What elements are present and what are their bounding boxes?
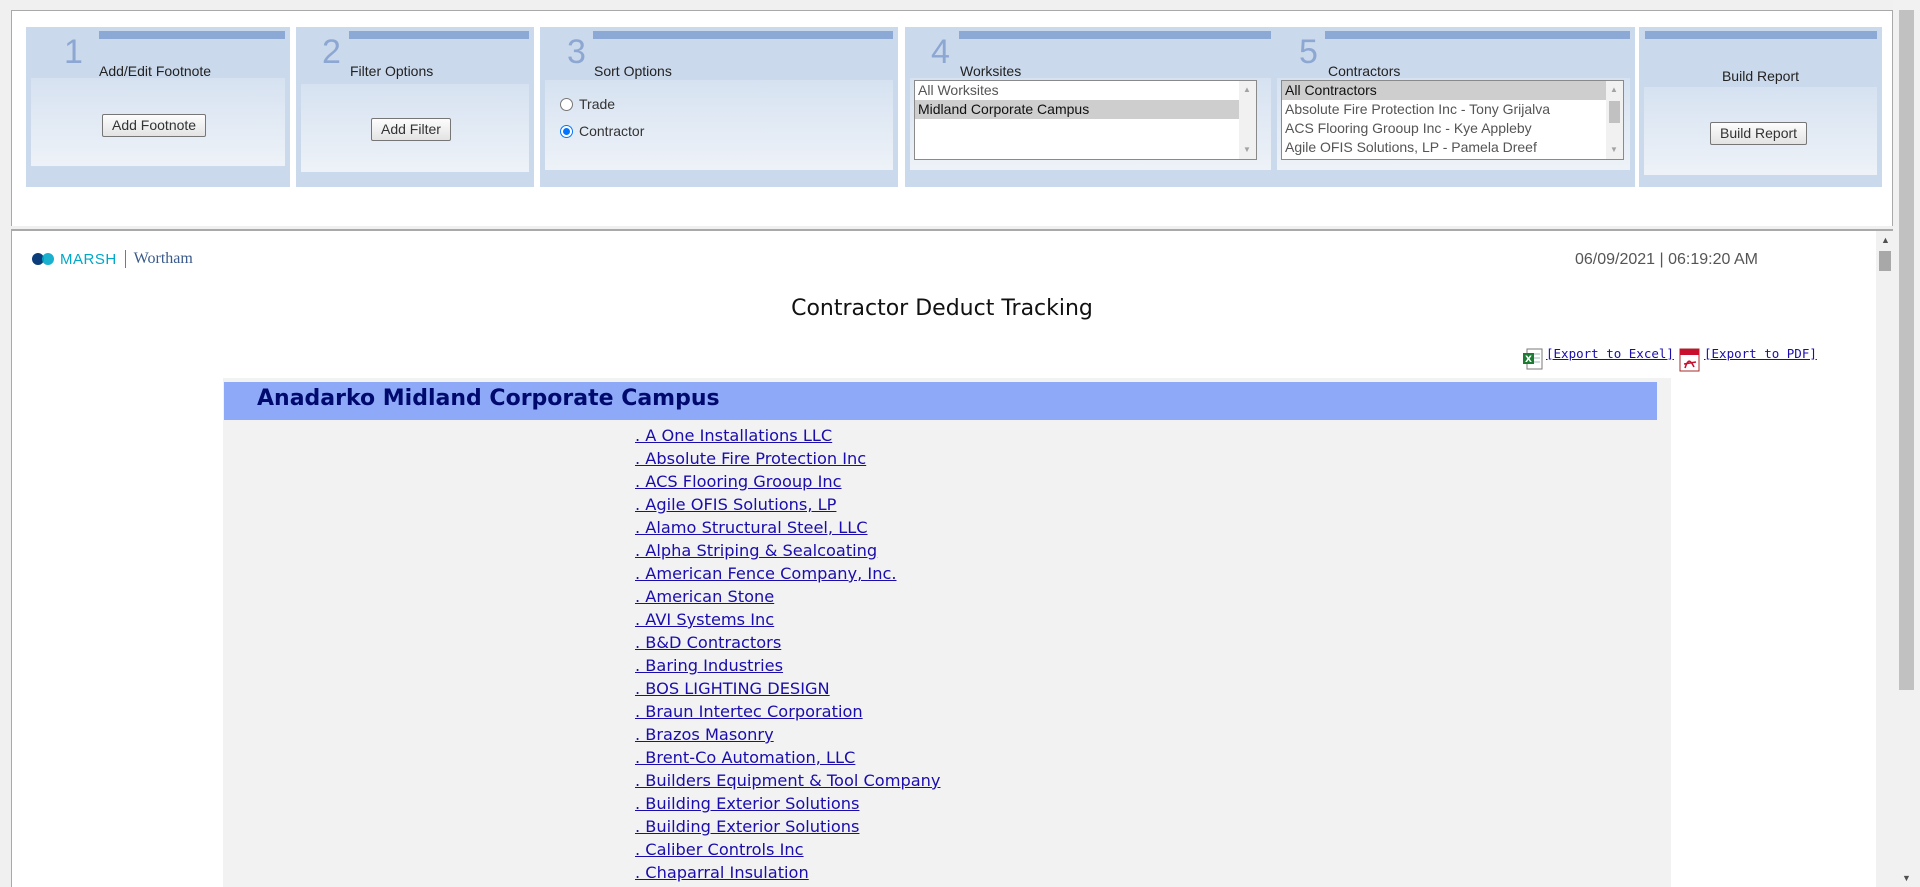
scroll-thumb[interactable] <box>1609 101 1620 123</box>
panel-filter-options: 2 Filter Options Add Filter <box>296 27 534 187</box>
listbox-scrollbar[interactable]: ▲ ▼ <box>1606 81 1623 159</box>
contractor-link[interactable]: . ACS Flooring Grooup Inc <box>635 471 941 494</box>
export-excel-link[interactable]: [Export to Excel] <box>1546 346 1674 361</box>
contractor-link[interactable]: . BOS LIGHTING DESIGN <box>635 678 941 701</box>
panel-body: All Worksites Midland Corporate Campus ▲… <box>910 78 1271 170</box>
scroll-down-arrow-icon[interactable]: ▼ <box>1902 873 1911 883</box>
panel-body: Add Filter <box>301 84 529 172</box>
marsh-logo-icon <box>32 252 56 266</box>
contractor-link[interactable]: . A One Installations LLC <box>635 425 941 448</box>
sort-contractor-radio[interactable]: Contractor <box>560 123 644 139</box>
worksite-option[interactable]: All Worksites <box>915 81 1239 100</box>
panel-body: Add Footnote <box>31 78 285 166</box>
pdf-icon[interactable] <box>1678 347 1702 373</box>
scroll-down-arrow-icon[interactable]: ▼ <box>1610 146 1618 154</box>
contractor-link[interactable]: . Alamo Structural Steel, LLC <box>635 517 941 540</box>
logo-divider <box>124 250 126 268</box>
scroll-down-arrow-icon[interactable]: ▼ <box>1243 146 1251 154</box>
export-pdf[interactable]: [Export to PDF] <box>1678 346 1817 373</box>
contractor-link[interactable]: . Baring Industries <box>635 655 941 678</box>
panel-body: All Contractors Absolute Fire Protection… <box>1277 78 1630 170</box>
step-number: 2 <box>322 33 341 71</box>
panel-accent-bar <box>349 31 529 39</box>
contractor-link[interactable]: . American Stone <box>635 586 941 609</box>
radio-label: Contractor <box>579 123 645 139</box>
panel-contractors: 5 Contractors All Contractors Absolute F… <box>1272 27 1635 187</box>
step-number: 4 <box>931 33 950 71</box>
scroll-thumb[interactable] <box>1879 251 1891 271</box>
panel-accent-bar <box>99 31 285 39</box>
step-number: 5 <box>1299 33 1318 71</box>
panel-title: Add/Edit Footnote <box>99 63 212 79</box>
worksites-listbox[interactable]: All Worksites Midland Corporate Campus ▲… <box>914 80 1257 160</box>
contractor-list: . A One Installations LLC . Absolute Fir… <box>635 425 941 885</box>
contractor-link[interactable]: . Brazos Masonry <box>635 724 941 747</box>
panel-add-edit-footnote: 1 Add/Edit Footnote Add Footnote <box>26 27 290 187</box>
excel-icon[interactable]: X <box>1522 347 1544 371</box>
report-frame: MARSH Wortham 06/09/2021 | 06:19:20 AM C… <box>11 229 1893 887</box>
add-footnote-button[interactable]: Add Footnote <box>102 114 207 137</box>
contractor-link[interactable]: . American Fence Company, Inc. <box>635 563 941 586</box>
panel-build-report: Build Report Build Report <box>1639 27 1882 187</box>
contractor-option[interactable]: Agile OFIS Solutions, LP - Pamela Dreef <box>1282 138 1606 157</box>
panel-accent-bar <box>593 31 893 39</box>
step-number: 1 <box>64 33 83 71</box>
contractor-link[interactable]: . Building Exterior Solutions <box>635 793 941 816</box>
contractor-link[interactable]: . Caliber Controls Inc <box>635 839 941 862</box>
contractor-link[interactable]: . Braun Intertec Corporation <box>635 701 941 724</box>
report-scrollbar[interactable]: ▲ <box>1876 231 1893 887</box>
contractor-link[interactable]: . Chaparral Insulation <box>635 862 941 885</box>
add-filter-button[interactable]: Add Filter <box>371 118 451 141</box>
panel-accent-bar <box>959 31 1271 39</box>
contractor-link[interactable]: . Building Exterior Solutions <box>635 816 941 839</box>
contractor-link[interactable]: . B&D Contractors <box>635 632 941 655</box>
listbox-scrollbar[interactable]: ▲ ▼ <box>1239 81 1256 159</box>
logo-brand: MARSH <box>60 250 117 268</box>
site-header-title: Anadarko Midland Corporate Campus <box>257 386 720 411</box>
contractor-option[interactable]: Absolute Fire Protection Inc - Tony Grij… <box>1282 100 1606 119</box>
build-report-button[interactable]: Build Report <box>1710 122 1808 145</box>
panel-accent-bar <box>1325 31 1630 39</box>
radio-label: Trade <box>579 96 616 112</box>
panel-title: Filter Options <box>350 63 434 79</box>
export-pdf-link[interactable]: [Export to PDF] <box>1704 346 1817 361</box>
panel-title: Sort Options <box>594 63 672 79</box>
contractor-link[interactable]: . Absolute Fire Protection Inc <box>635 448 941 471</box>
radio-button-checked[interactable] <box>560 124 573 138</box>
svg-text:X: X <box>1525 355 1532 365</box>
contractor-option[interactable]: ACS Flooring Grooup Inc - Kye Appleby <box>1282 119 1606 138</box>
step-number: 3 <box>567 33 586 71</box>
report-title: Contractor Deduct Tracking <box>791 296 1093 321</box>
radio-button[interactable] <box>560 97 573 111</box>
contractors-listbox[interactable]: All Contractors Absolute Fire Protection… <box>1281 80 1624 160</box>
panel-worksites: 4 Worksites All Worksites Midland Corpor… <box>905 27 1276 187</box>
scroll-up-arrow-icon[interactable]: ▲ <box>1881 235 1890 245</box>
sort-trade-radio[interactable]: Trade <box>560 96 615 112</box>
contractor-link[interactable]: . Builders Equipment & Tool Company <box>635 770 941 793</box>
panel-body: Trade Contractor <box>545 80 893 170</box>
panel-body: Build Report <box>1644 87 1877 175</box>
contractor-link[interactable]: . Alpha Striping & Sealcoating <box>635 540 941 563</box>
export-excel[interactable]: X [Export to Excel] <box>1522 346 1674 371</box>
contractor-link[interactable]: . Agile OFIS Solutions, LP <box>635 494 941 517</box>
panel-accent-bar <box>1645 31 1877 39</box>
site-header: Anadarko Midland Corporate Campus <box>224 382 1657 420</box>
logo-partner: Wortham <box>133 250 193 267</box>
panel-title: Contractors <box>1328 63 1401 79</box>
scroll-up-arrow-icon[interactable]: ▲ <box>1243 86 1251 94</box>
contractor-link[interactable]: . Brent-Co Automation, LLC <box>635 747 941 770</box>
marsh-wortham-logo: MARSH Wortham <box>32 250 193 268</box>
panel-title: Build Report <box>1721 68 1800 84</box>
scroll-up-arrow-icon[interactable]: ▲ <box>1610 86 1618 94</box>
page-scrollbar[interactable]: ▼ <box>1893 0 1920 887</box>
panel-title: Worksites <box>960 63 1022 79</box>
report-content-area <box>223 378 1671 887</box>
page-scroll-thumb[interactable] <box>1899 10 1914 690</box>
worksite-option-selected[interactable]: Midland Corporate Campus <box>915 100 1239 119</box>
panel-sort-options: 3 Sort Options Trade Contractor <box>540 27 898 187</box>
report-options-frame: 1 Add/Edit Footnote Add Footnote 2 Filte… <box>11 10 1893 226</box>
contractor-link[interactable]: . AVI Systems Inc <box>635 609 941 632</box>
report-datetime: 06/09/2021 | 06:19:20 AM <box>1575 251 1758 268</box>
contractor-option-selected[interactable]: All Contractors <box>1282 81 1606 100</box>
